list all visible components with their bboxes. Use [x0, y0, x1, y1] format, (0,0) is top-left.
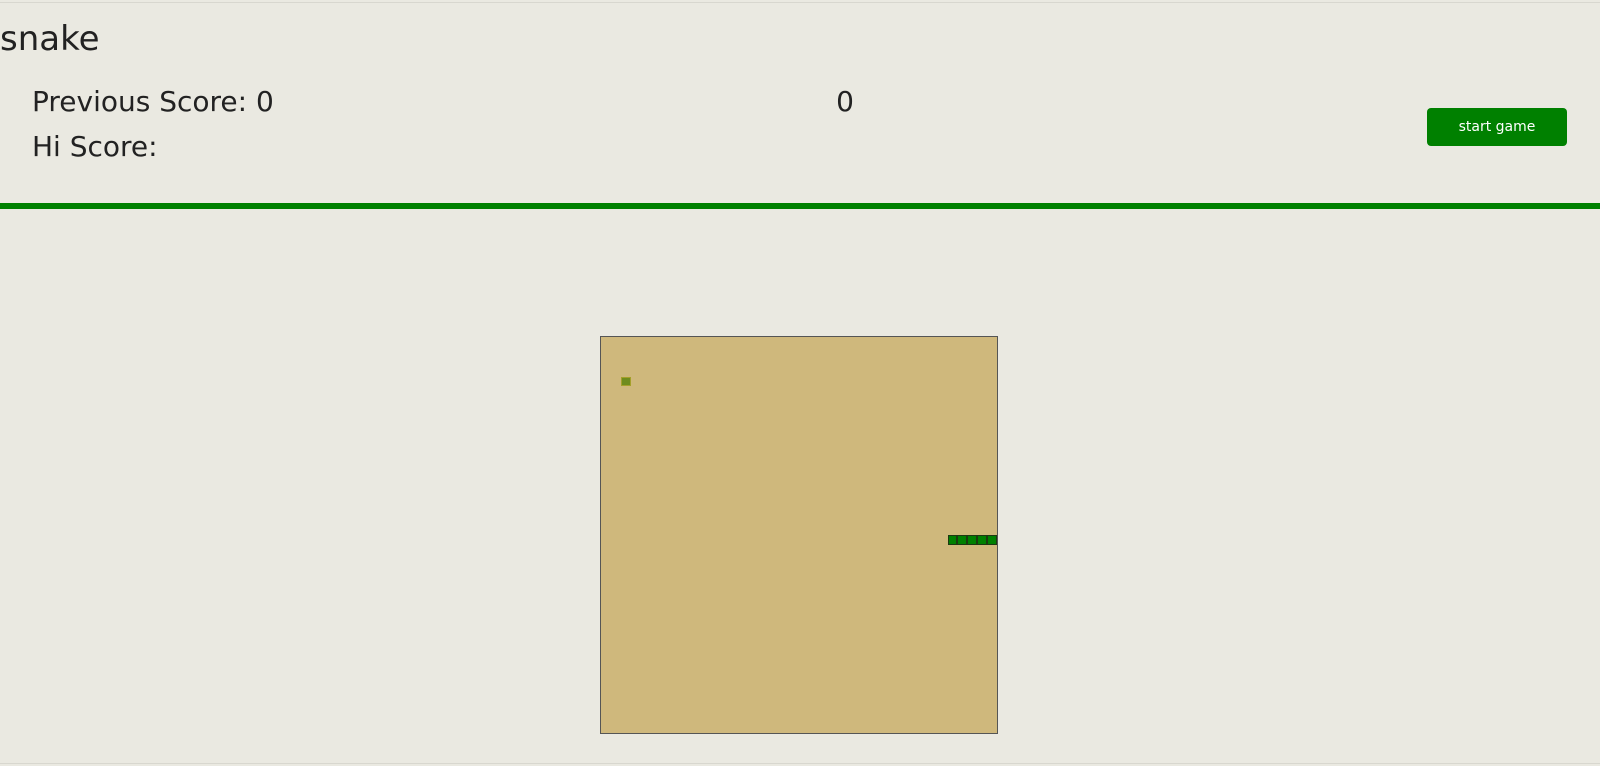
page-title: snake — [0, 19, 100, 59]
game-board[interactable] — [600, 336, 998, 734]
hi-score: Hi Score: — [32, 130, 158, 163]
snake-segment — [947, 535, 958, 545]
bottom-rule — [0, 763, 1600, 764]
page: snake Previous Score: 0 Hi Score: 0 star… — [0, 0, 1600, 766]
food-pellet — [620, 376, 631, 387]
current-score: 0 — [836, 85, 854, 118]
snake-segment — [967, 535, 978, 545]
previous-score: Previous Score: 0 — [32, 85, 274, 118]
snake-segment — [987, 535, 997, 545]
header-divider — [0, 203, 1600, 209]
start-game-button[interactable]: start game — [1427, 108, 1567, 146]
snake-segment — [957, 535, 968, 545]
header: snake Previous Score: 0 Hi Score: 0 star… — [0, 3, 1600, 203]
snake-segment — [977, 535, 988, 545]
score-panel: Previous Score: 0 Hi Score: — [32, 79, 274, 169]
